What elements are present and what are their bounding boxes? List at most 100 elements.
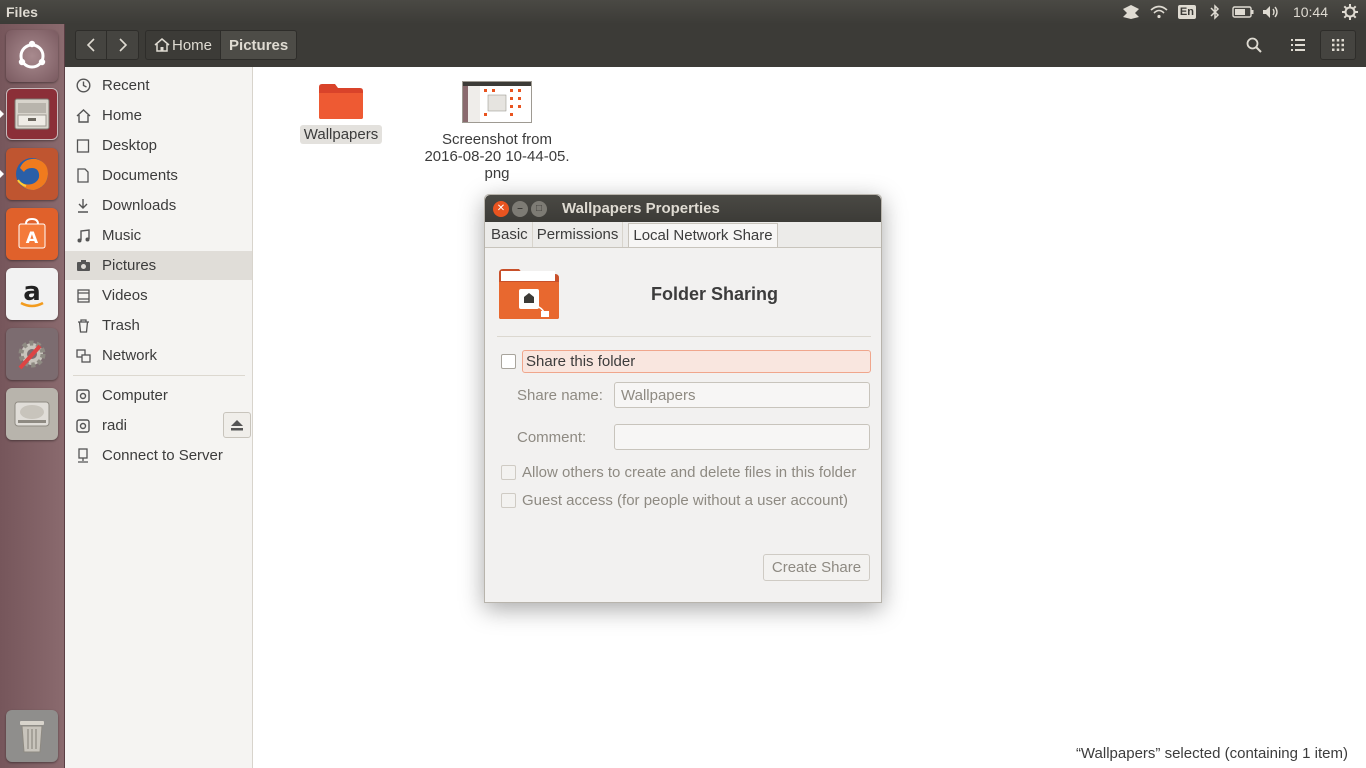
sidebar-item-label: Computer [102, 387, 168, 404]
folder-sharing-header: Folder Sharing [497, 267, 871, 337]
list-view-button[interactable] [1280, 30, 1316, 60]
breadcrumb-home[interactable]: Home [145, 30, 222, 60]
wifi-icon[interactable] [1145, 0, 1173, 24]
language-label: En [1177, 5, 1196, 19]
video-icon [75, 288, 91, 304]
tab-local-network-share[interactable]: Local Network Share [628, 223, 778, 247]
sidebar-item-label: Trash [102, 317, 140, 334]
allow-others-row[interactable]: Allow others to create and delete files … [501, 464, 856, 481]
maximize-button[interactable]: □ [531, 200, 547, 217]
launcher: A a [0, 24, 65, 768]
sidebar-item-videos[interactable]: Videos [65, 281, 252, 310]
sidebar-item-home[interactable]: Home [65, 101, 252, 130]
clock-icon [75, 78, 91, 94]
forward-button[interactable] [107, 30, 139, 60]
sidebar-item-computer[interactable]: Computer [65, 381, 252, 410]
session-gear-icon[interactable] [1336, 0, 1364, 24]
share-folder-label[interactable]: Share this folder [522, 350, 871, 373]
tab-basic[interactable]: Basic [487, 222, 533, 247]
sidebar-item-pictures[interactable]: Pictures [65, 251, 252, 280]
sidebar-item-radi[interactable]: radi [65, 411, 215, 440]
indicators: En 10:44 [1117, 0, 1366, 24]
sidebar-item-label: Videos [102, 287, 148, 304]
file-item-screenshot[interactable]: Screenshot from 2016-08-20 10-44-05. png [422, 81, 572, 182]
guest-access-row[interactable]: Guest access (for people without a user … [501, 492, 848, 509]
shared-folder-icon [499, 269, 559, 319]
folder-sharing-heading: Folder Sharing [651, 284, 779, 304]
search-button[interactable] [1236, 30, 1272, 60]
ubuntu-software-icon[interactable]: A [6, 208, 58, 260]
file-item-wallpapers[interactable]: Wallpapers [298, 81, 384, 144]
dialog-titlebar[interactable]: ✕ – □ Wallpapers Properties [485, 195, 881, 222]
keyboard-language-indicator[interactable]: En [1173, 0, 1201, 24]
status-bar: “Wallpapers” selected (containing 1 item… [1075, 745, 1348, 762]
sidebar-item-network[interactable]: Network [65, 341, 252, 370]
comment-input[interactable] [614, 424, 870, 450]
amazon-icon[interactable]: a [6, 268, 58, 320]
minimize-icon: – [517, 202, 523, 214]
eject-button[interactable] [223, 412, 251, 438]
firefox-running-indicator [0, 170, 4, 178]
search-icon [1246, 37, 1262, 53]
comment-label: Comment: [517, 429, 587, 446]
grid-view-button[interactable] [1320, 30, 1356, 60]
breadcrumb-pictures[interactable]: Pictures [221, 30, 298, 60]
clock[interactable]: 10:44 [1285, 4, 1336, 20]
guest-access-checkbox[interactable] [501, 493, 516, 508]
svg-text:A: A [26, 228, 39, 247]
music-icon [75, 228, 91, 244]
sidebar-item-label: Desktop [102, 137, 158, 154]
breadcrumb-pictures-label: Pictures [229, 36, 289, 54]
allow-others-label: Allow others to create and delete files … [522, 464, 857, 481]
share-folder-checkbox[interactable] [501, 354, 516, 369]
volume-icon[interactable] [1257, 0, 1285, 24]
sidebar-item-recent[interactable]: Recent [65, 71, 252, 100]
disk-drive-icon[interactable] [6, 388, 58, 440]
minimize-button[interactable]: – [512, 200, 528, 217]
close-icon: ✕ [496, 202, 506, 214]
sidebar-item-connect-to-server[interactable]: Connect to Server [65, 441, 252, 470]
sidebar-item-music[interactable]: Music [65, 221, 252, 250]
battery-icon[interactable] [1229, 0, 1257, 24]
sidebar: Recent Home Desktop Documents Downloads … [65, 67, 253, 768]
chevron-right-icon [118, 38, 127, 52]
share-name-input[interactable] [614, 382, 870, 408]
dialog-tabs: Basic Permissions Local Network Share [485, 222, 881, 248]
allow-others-checkbox[interactable] [501, 465, 516, 480]
back-button[interactable] [75, 30, 107, 60]
firefox-icon[interactable] [6, 148, 58, 200]
properties-dialog: ✕ – □ Wallpapers Properties Basic Permis… [484, 194, 882, 603]
sidebar-item-downloads[interactable]: Downloads [65, 191, 252, 220]
maximize-icon: □ [535, 202, 543, 214]
eject-icon [231, 419, 243, 430]
top-panel: Files En 10:44 [0, 0, 1366, 24]
drive-icon [75, 418, 91, 434]
header-tools [1232, 30, 1356, 60]
share-name-label: Share name: [517, 387, 603, 404]
sidebar-item-trash[interactable]: Trash [65, 311, 252, 340]
create-share-button[interactable]: Create Share [763, 554, 870, 581]
window-header: Home Pictures [65, 24, 1366, 67]
sidebar-item-documents[interactable]: Documents [65, 161, 252, 190]
camera-icon [75, 258, 91, 274]
bluetooth-icon[interactable] [1201, 0, 1229, 24]
dialog-title: Wallpapers Properties [562, 200, 720, 217]
nav-buttons [75, 30, 139, 60]
home-icon [154, 38, 170, 52]
system-settings-icon[interactable] [6, 328, 58, 380]
sidebar-item-desktop[interactable]: Desktop [65, 131, 252, 160]
trash-launcher-icon[interactable] [6, 710, 58, 762]
sidebar-separator [73, 375, 245, 376]
image-thumbnail-icon [462, 81, 532, 123]
dropbox-icon[interactable] [1117, 0, 1145, 24]
download-icon [75, 198, 91, 214]
tab-permissions[interactable]: Permissions [533, 222, 624, 247]
share-folder-row[interactable]: Share this folder [501, 350, 871, 373]
svg-text:a: a [23, 277, 41, 307]
files-launcher-icon[interactable] [6, 88, 58, 140]
sidebar-item-label: Network [102, 347, 158, 364]
sidebar-item-label: radi [102, 417, 128, 434]
sidebar-item-label: Downloads [102, 197, 177, 214]
ubuntu-dash-icon[interactable] [6, 30, 58, 82]
close-button[interactable]: ✕ [493, 200, 509, 217]
